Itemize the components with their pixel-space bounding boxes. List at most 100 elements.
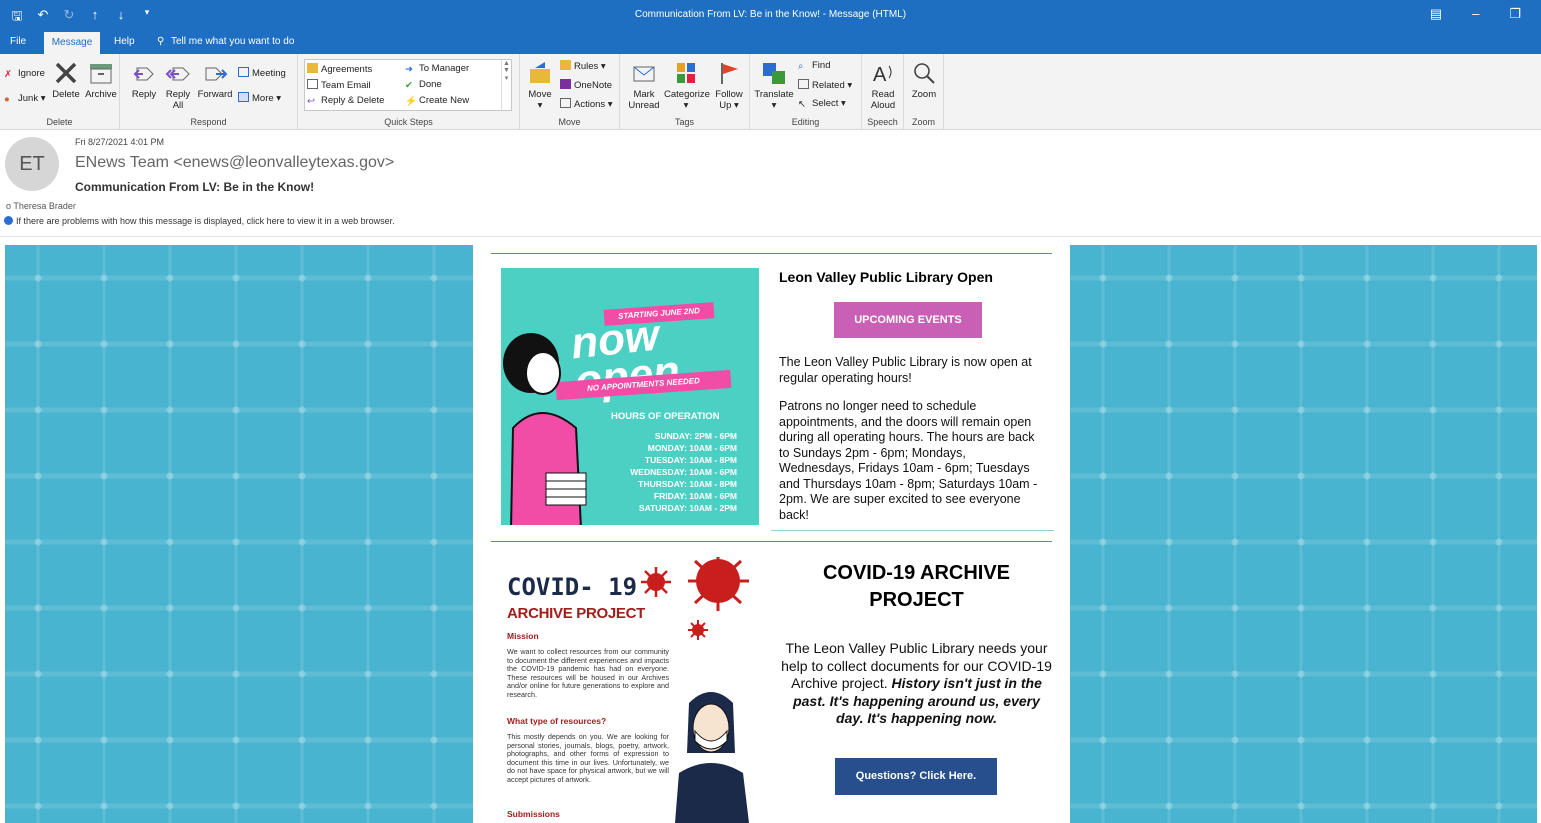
forward-button[interactable]: Forward [196,60,234,100]
window-title: Communication From LV: Be in the Know! -… [634,9,907,20]
delete-group: ✗ Ignore ● Junk ▾ Delete Archive Delete [0,54,120,130]
quick-step-label: Done [419,79,442,90]
ribbon: ✗ Ignore ● Junk ▾ Delete Archive Delete Re… [0,54,1541,130]
covid-paragraph: The Leon Valley Public Library needs you… [779,640,1054,728]
tab-help[interactable]: Help [114,36,135,47]
quick-step-label: Reply & Delete [321,95,385,106]
read-aloud-button[interactable]: A Read Aloud [865,60,901,111]
mail-icon [307,79,318,89]
delete-group-label: Delete [46,117,73,127]
related-button[interactable]: Related ▾ [798,79,852,92]
hours-list: SUNDAY: 2PM - 6PM MONDAY: 10AM - 6PM TUE… [630,430,737,514]
respond-group: Reply Reply All Forward Meeting More ▾ Re… [120,54,298,130]
rules-button[interactable]: Rules ▾ [560,60,606,73]
checkmark-icon: ✔ [405,80,413,91]
infobar[interactable]: If there are problems with how this mess… [4,216,395,226]
actions-icon [560,98,571,108]
onenote-label: OneNote [574,80,613,91]
masked-person-illustration [675,692,749,823]
delete-button[interactable]: Delete [50,60,82,100]
quick-step-done[interactable]: ✔ Done [405,79,442,91]
junk-label: Junk [18,93,39,104]
follow-up-button[interactable]: Follow Up ▾ [712,60,746,111]
move-icon [530,62,550,83]
reply-label: Reply [131,89,157,100]
divider [491,541,1052,542]
restore-icon[interactable]: ❐ [1509,6,1521,22]
select-button[interactable]: ↖ Select ▾ [798,98,846,110]
message-from[interactable]: ENews Team <enews@leonvalleytexas.gov> [75,154,394,172]
covid-image-subtitle: ARCHIVE PROJECT [507,605,646,622]
upcoming-events-button[interactable]: UPCOMING EVENTS [834,302,982,338]
quick-step-reply-delete[interactable]: ↩ Reply & Delete [307,95,384,107]
mission-heading: Mission [507,631,539,641]
onenote-button[interactable]: OneNote [560,79,612,92]
envelope-icon [633,66,655,82]
quick-steps-group: Agreements ➜ To Manager Team Email ✔ Done … [298,54,520,130]
find-label: Find [812,60,831,71]
more-button[interactable]: More ▾ [238,92,281,105]
quick-step-label: Team Email [321,80,371,91]
categorize-button[interactable]: Categorize ▾ [664,60,710,111]
hours-line: WEDNESDAY: 10AM - 6PM [630,467,737,477]
folder-icon [307,63,318,73]
ribbon-display-icon[interactable]: ▤ [1430,6,1442,22]
hours-line: FRIDAY: 10AM - 6PM [653,491,737,501]
tell-me-search[interactable]: Tell me what you want to do [171,36,294,47]
quick-step-label: To Manager [419,63,470,74]
hours-line: MONDAY: 10AM - 6PM [647,443,737,453]
zoom-group: Zoom Zoom [904,54,944,130]
section-underline [771,530,1054,531]
ignore-button[interactable]: ✗ Ignore [4,68,45,80]
related-icon [798,79,809,89]
move-group-label: Move [558,117,581,127]
tab-file[interactable]: File [10,36,26,47]
move-button[interactable]: Move ▾ [524,60,556,111]
message-recipients[interactable]: o Theresa Brader [6,201,76,211]
gallery-scroll[interactable]: ▲ ▼ ▾ [501,60,511,110]
mark-unread-button[interactable]: Mark Unread [626,60,662,111]
menu-bar: File Message Help ⚲ Tell me what you wan… [0,30,1541,54]
move-group: Move ▾ Rules ▾ OneNote Actions ▾ Move [520,54,620,130]
zoom-button[interactable]: Zoom [907,60,941,100]
quick-step-label: Create New [419,95,470,106]
delete-label: Delete [52,89,80,100]
quick-step-agreements[interactable]: Agreements [307,63,372,76]
quick-step-create-new[interactable]: ⚡ Create New [405,95,469,107]
related-label: Related [812,80,845,91]
categorize-label: Categorize [664,89,710,100]
reply-all-button[interactable]: Reply All [162,60,194,111]
meeting-button[interactable]: Meeting [238,67,286,80]
virus-icon [688,620,708,640]
find-icon: ⌕ [798,61,804,72]
message-header: ET Fri 8/27/2021 4:01 PM ENews Team <ene… [0,131,1541,237]
select-label: Select [812,98,839,109]
archive-button[interactable]: Archive [84,60,118,100]
find-button[interactable]: ⌕ Find [798,60,830,72]
mark-unread-label-1: Mark [633,89,655,100]
to-manager-icon: ➜ [405,64,413,75]
tab-message[interactable]: Message [44,32,100,54]
onenote-icon [560,79,571,89]
quick-step-to-manager[interactable]: ➜ To Manager [405,63,469,75]
junk-button[interactable]: ● Junk ▾ [4,93,46,105]
questions-button[interactable]: Questions? Click Here. [835,758,997,795]
editing-group: Translate ▾ ⌕ Find Related ▾ ↖ Select ▾ Edi… [750,54,862,130]
reply-icon [133,67,154,81]
library-open-image[interactable]: STARTING JUNE 2ND nowopen NO APPOINTMENT… [501,268,759,525]
quick-step-team-email[interactable]: Team Email [307,79,371,92]
translate-icon [763,63,785,84]
meeting-label: Meeting [252,68,286,79]
respond-group-label: Respond [190,117,227,127]
actions-button[interactable]: Actions ▾ [560,98,613,111]
speech-group-label: Speech [867,117,898,127]
translate-button[interactable]: Translate ▾ [754,60,794,111]
follow-up-label-1: Follow [715,89,743,100]
hours-line: SUNDAY: 2PM - 6PM [654,431,737,441]
rules-icon [560,60,571,70]
forward-icon [205,67,228,81]
reply-button[interactable]: Reply [128,60,160,100]
minimize-icon[interactable]: – [1472,6,1479,22]
junk-icon: ● [4,94,10,105]
covid-archive-image[interactable]: COVID- 19 ARCHIVE PROJECT Mission We wan… [501,557,753,823]
